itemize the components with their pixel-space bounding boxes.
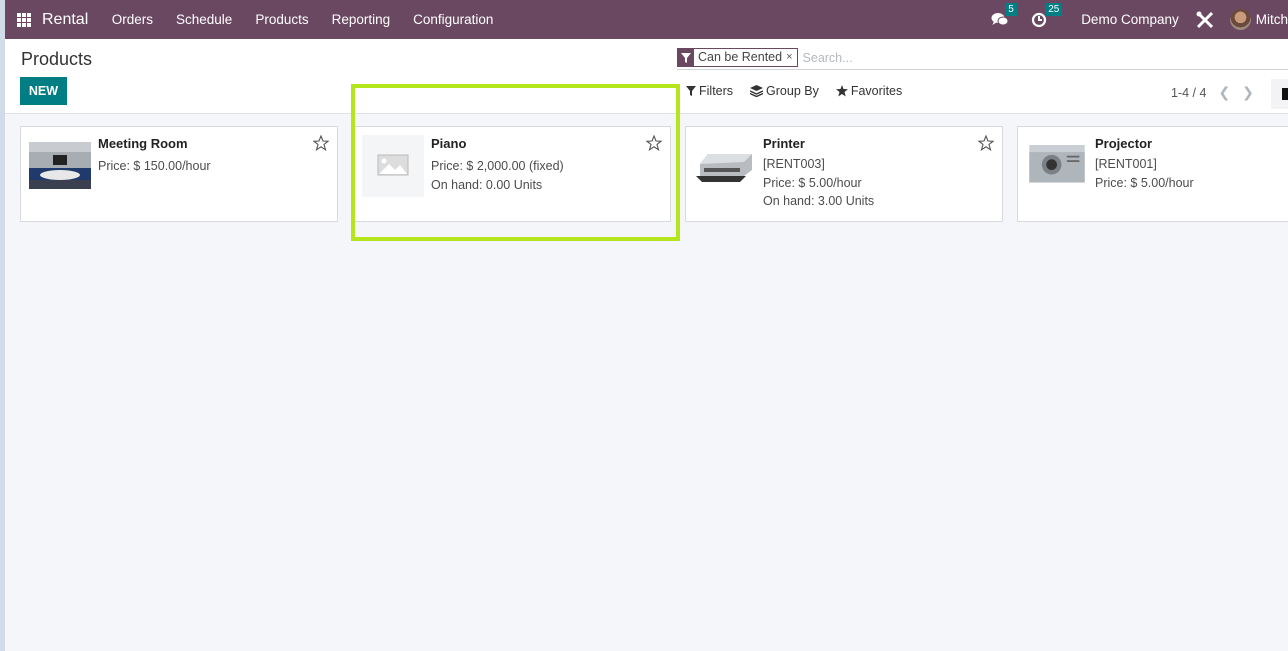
product-price: Price: $ 5.00/hour xyxy=(1095,175,1194,190)
menu-item-products[interactable]: Products xyxy=(244,12,320,27)
left-edge-strip xyxy=(0,0,5,651)
company-switcher[interactable]: Demo Company xyxy=(1081,12,1179,27)
filters-button[interactable]: Filters xyxy=(686,84,733,98)
favorites-label: Favorites xyxy=(850,84,903,98)
page-title: Products xyxy=(21,49,93,69)
product-card[interactable]: Printer [RENT003] Price: $ 5.00/hour On … xyxy=(685,126,1003,222)
product-name: Meeting Room xyxy=(98,136,188,151)
product-name: Projector xyxy=(1095,136,1153,151)
main-menu: Orders Schedule Products Reporting Confi… xyxy=(100,12,505,27)
pager-previous-icon[interactable]: ❮ xyxy=(1218,84,1230,101)
menu-item-reporting[interactable]: Reporting xyxy=(320,12,402,27)
app-brand[interactable]: Rental xyxy=(42,11,88,29)
favorites-button[interactable]: Favorites xyxy=(835,84,903,98)
systray: 5 25 Demo Company Mitch xyxy=(991,0,1288,39)
pager-next-icon[interactable]: ❯ xyxy=(1242,84,1254,101)
star-icon xyxy=(835,85,848,97)
product-price: Price: $ 150.00/hour xyxy=(98,159,211,173)
product-name: Piano xyxy=(431,136,467,151)
menu-item-orders[interactable]: Orders xyxy=(100,12,164,27)
search-input[interactable] xyxy=(802,50,1203,65)
product-price: Price: $ 5.00/hour xyxy=(763,175,862,190)
control-panel: Products NEW Can be Rented × Filters Gro… xyxy=(5,39,1288,114)
debug-tools-button[interactable] xyxy=(1196,11,1214,29)
product-image-printer xyxy=(694,142,756,189)
layers-icon xyxy=(750,85,764,97)
search-bar: Can be Rented × xyxy=(677,46,1288,70)
activities-button[interactable]: 25 xyxy=(1031,2,1063,28)
tools-icon xyxy=(1196,11,1213,28)
filters-label: Filters xyxy=(699,84,734,98)
user-avatar[interactable] xyxy=(1229,9,1251,30)
product-on-hand: On hand: 3.00 Units xyxy=(763,194,875,208)
activities-badge: 25 xyxy=(1045,2,1063,16)
product-reference: [RENT003] xyxy=(763,157,825,171)
product-name: Printer xyxy=(763,136,805,151)
kanban-icon xyxy=(1282,88,1288,100)
kanban-view: Meeting Room Price: $ 150.00/hour Piano … xyxy=(5,114,1288,651)
product-card[interactable]: Piano Price: $ 2,000.00 (fixed) On hand:… xyxy=(353,126,671,222)
messages-button[interactable]: 5 xyxy=(991,3,1017,27)
pager-value[interactable]: 1-4 / 4 xyxy=(1171,86,1206,100)
new-button[interactable]: NEW xyxy=(20,77,67,105)
product-price: Price: $ 2,000.00 (fixed) xyxy=(431,159,564,173)
filter-icon xyxy=(678,49,694,66)
kanban-view-button[interactable] xyxy=(1271,79,1288,109)
product-image-projector xyxy=(1029,145,1085,183)
top-navbar: Rental Orders Schedule Products Reportin… xyxy=(0,0,1288,39)
favorite-star-icon[interactable] xyxy=(313,135,329,151)
product-card[interactable]: Projector [RENT001] Price: $ 5.00/hour xyxy=(1017,126,1288,222)
product-reference: [RENT001] xyxy=(1095,157,1157,171)
facet-remove-icon[interactable]: × xyxy=(786,49,796,66)
apps-menu-icon[interactable] xyxy=(17,12,31,27)
search-options: Filters Group By Favorites xyxy=(686,84,919,98)
product-image-placeholder xyxy=(362,135,424,197)
facet-label: Can be Rented xyxy=(698,50,783,64)
menu-item-schedule[interactable]: Schedule xyxy=(165,12,244,27)
product-card[interactable]: Meeting Room Price: $ 150.00/hour xyxy=(20,126,338,222)
favorite-star-icon[interactable] xyxy=(646,135,662,151)
favorite-star-icon[interactable] xyxy=(978,135,994,151)
menu-item-configuration[interactable]: Configuration xyxy=(402,12,505,27)
filter-icon xyxy=(686,86,696,96)
search-facet: Can be Rented × xyxy=(677,48,798,67)
product-image-meeting-room xyxy=(29,142,91,189)
messages-badge: 5 xyxy=(1005,3,1017,16)
product-on-hand: On hand: 0.00 Units xyxy=(431,177,543,192)
group-by-button[interactable]: Group By xyxy=(750,84,819,98)
group-by-label: Group By xyxy=(766,84,819,98)
pager: 1-4 / 4 ❮ ❯ xyxy=(1171,84,1254,101)
user-name[interactable]: Mitch xyxy=(1256,12,1288,27)
